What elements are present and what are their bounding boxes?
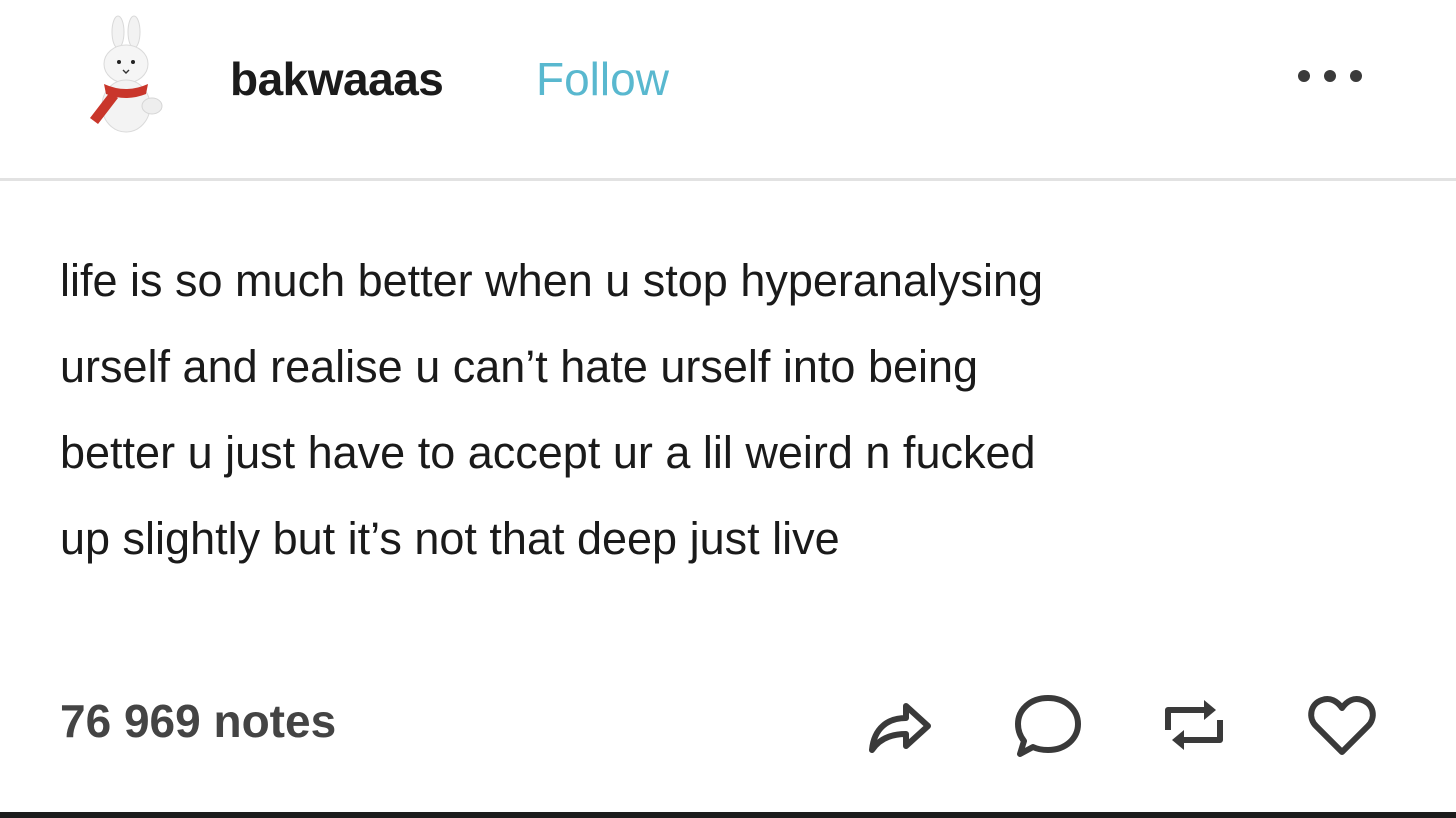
share-icon[interactable] (862, 690, 934, 760)
post-body-line: life is so much better when u stop hyper… (60, 255, 1044, 306)
post-header: bakwaaas Follow (0, 0, 1456, 180)
reblog-icon[interactable] (1158, 690, 1230, 760)
follow-button[interactable]: Follow (536, 52, 669, 106)
post-body-line: up slightly but it’s not that deep just … (60, 513, 840, 564)
notes-count[interactable]: 76 969 notes (60, 694, 336, 748)
bottom-border (0, 812, 1456, 818)
post-body-line: better u just have to accept ur a lil we… (60, 427, 1036, 478)
like-icon[interactable] (1306, 690, 1378, 760)
reply-icon[interactable] (1012, 690, 1084, 760)
avatar[interactable] (80, 14, 170, 138)
more-options-icon[interactable] (1290, 60, 1370, 92)
post-body-line: urself and realise u can’t hate urself i… (60, 341, 979, 392)
post-body: life is so much better when u stop hyper… (60, 238, 1400, 582)
header-divider (0, 178, 1456, 181)
tumblr-post: bakwaaas Follow life is so much better w… (0, 0, 1456, 818)
username[interactable]: bakwaaas (230, 52, 444, 106)
